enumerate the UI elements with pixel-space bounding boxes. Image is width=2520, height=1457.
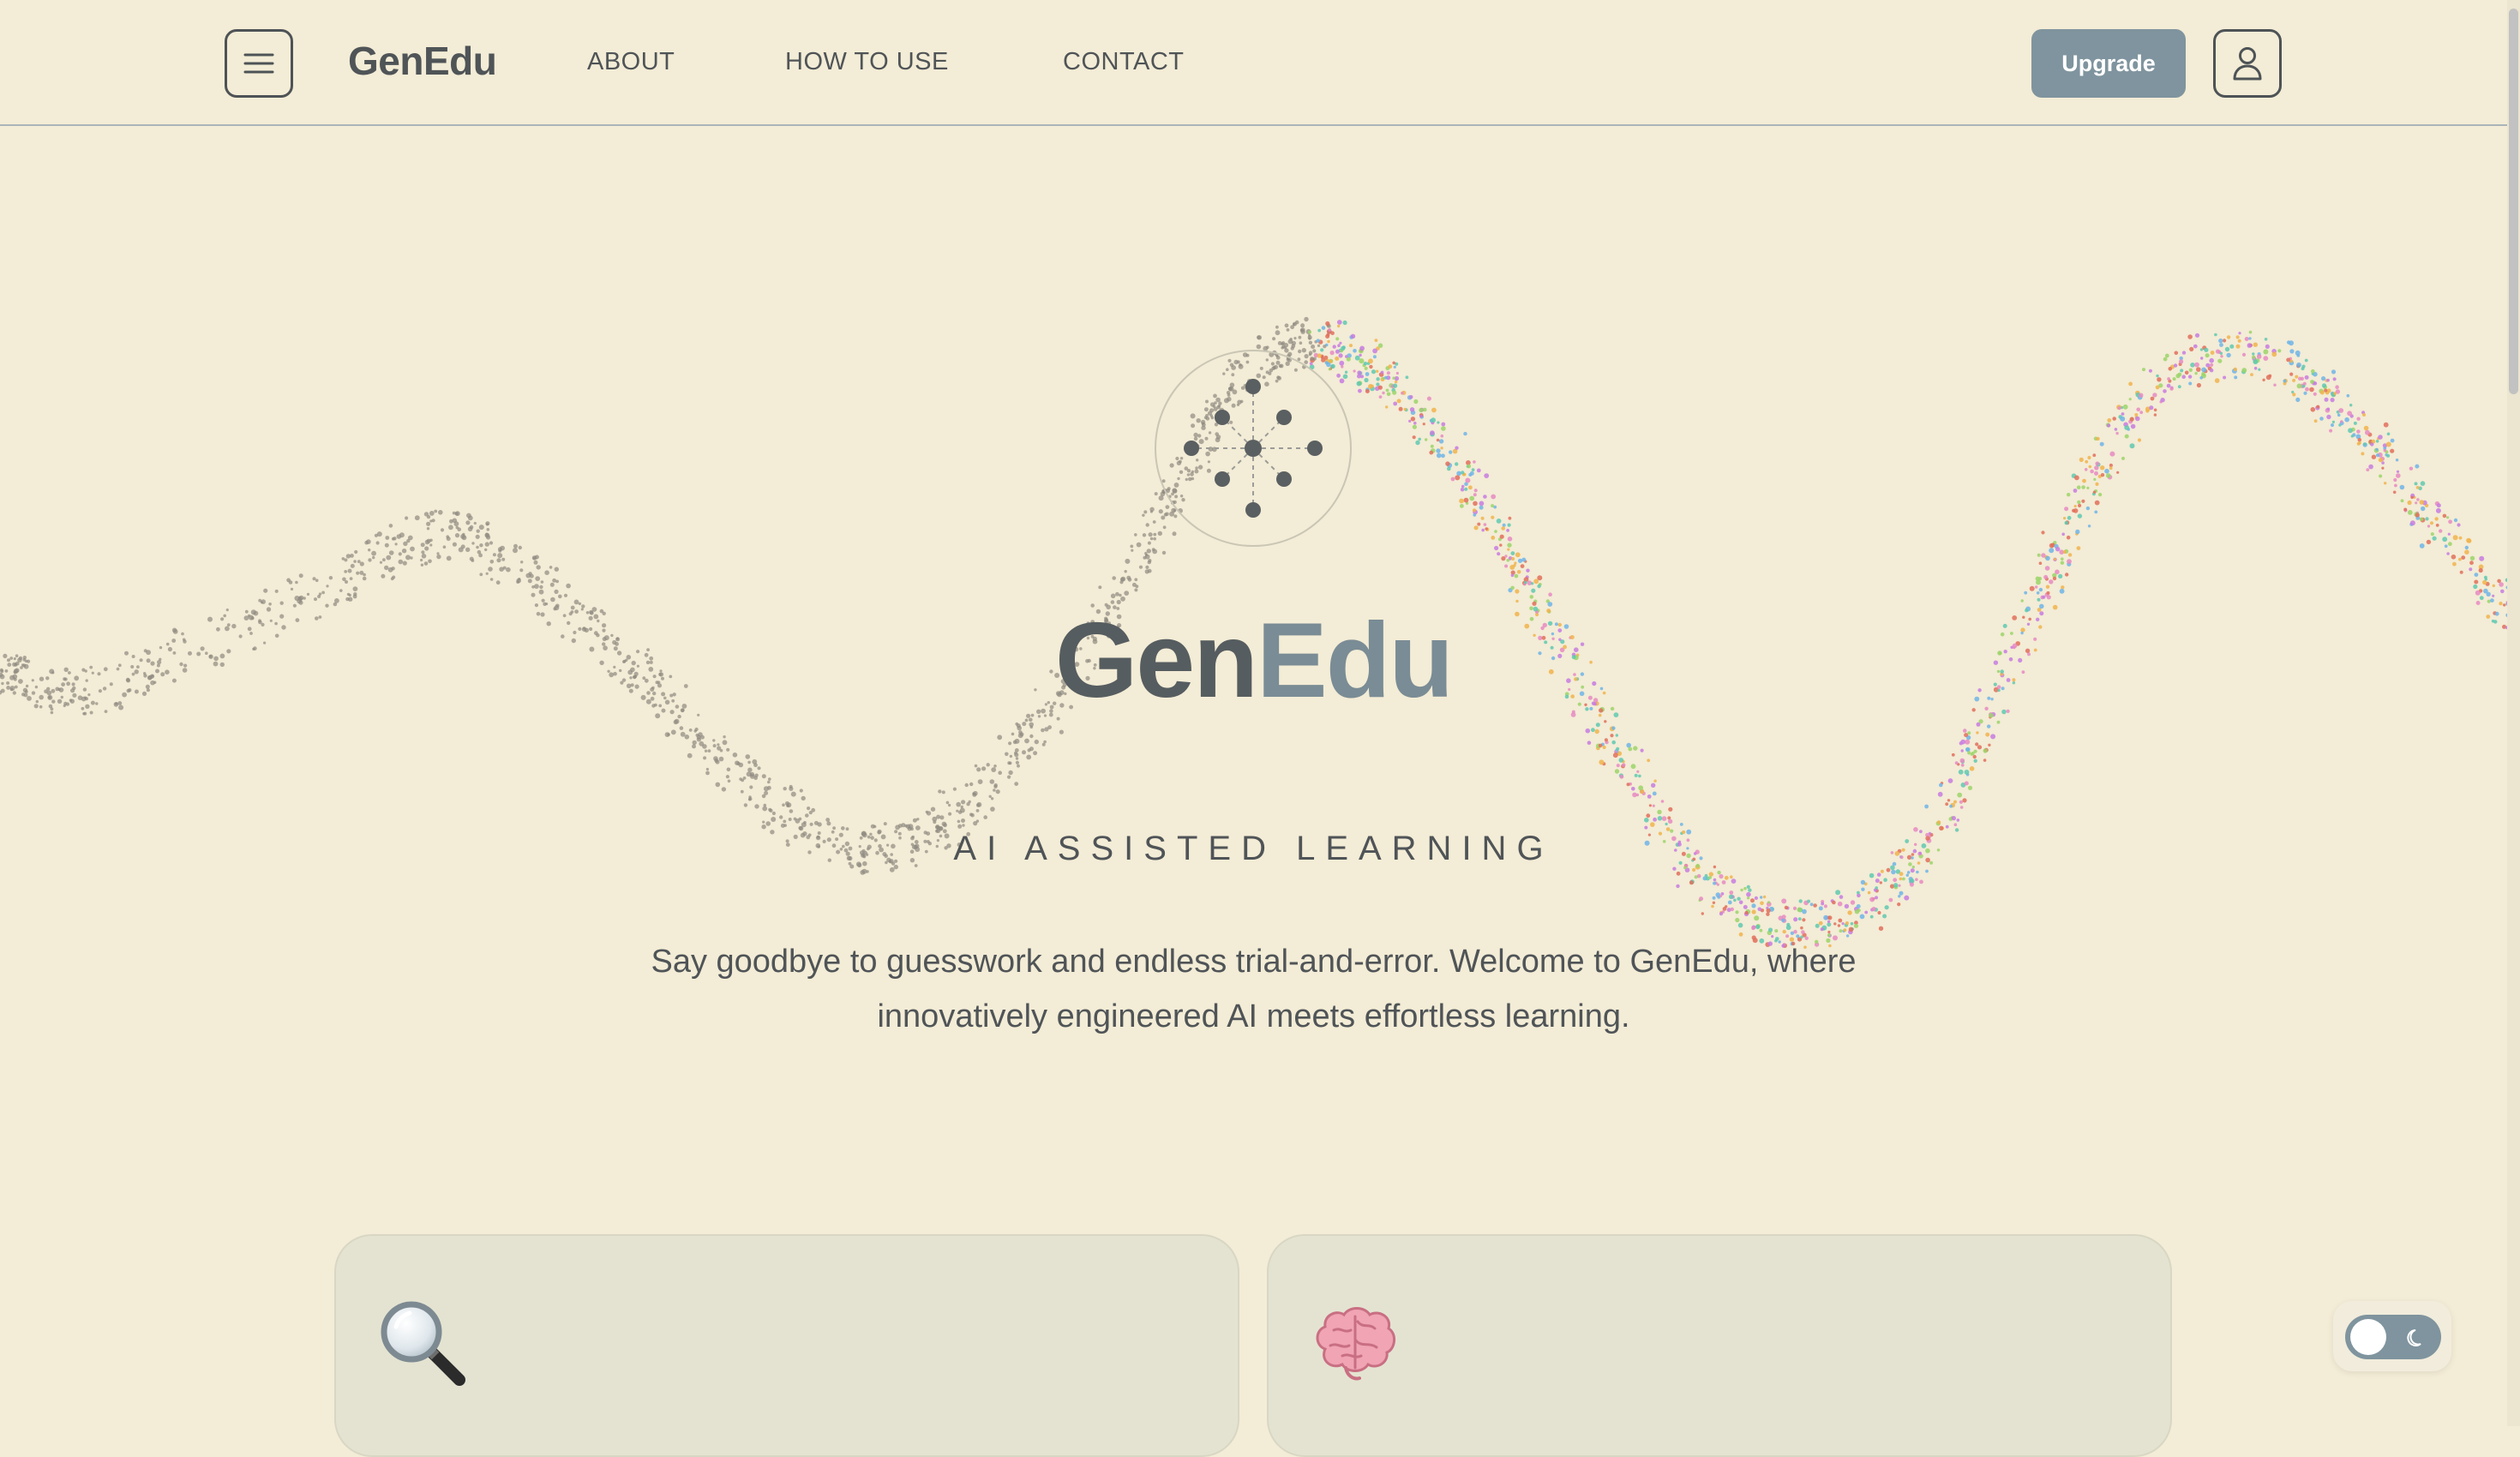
scrollbar-thumb[interactable] <box>2509 9 2518 394</box>
upgrade-button[interactable]: Upgrade <box>2031 29 2186 98</box>
moon-icon <box>2407 1329 2421 1346</box>
user-profile-button[interactable] <box>2213 29 2282 98</box>
hamburger-menu-icon <box>243 53 274 74</box>
feature-card-search[interactable] <box>334 1234 1239 1457</box>
brain-icon <box>1316 1307 1395 1381</box>
toggle-knob <box>2350 1319 2386 1355</box>
theme-toggle-switch[interactable] <box>2345 1315 2441 1359</box>
hero-description: Say goodbye to guesswork and endless tri… <box>651 944 1857 1034</box>
theme-toggle-container <box>2333 1301 2451 1371</box>
top-navigation-bar: GenEdu ABOUT HOW TO USE CONTACT Upgrade <box>0 0 2507 126</box>
hero-title: GenEdu <box>0 600 2507 722</box>
network-nodes-icon <box>1155 350 1352 547</box>
brand-logo-text[interactable]: GenEdu <box>348 38 497 84</box>
nav-link-how-to-use[interactable]: HOW TO USE <box>785 48 949 76</box>
feature-card-brain[interactable] <box>1267 1234 2172 1457</box>
page-scrollbar[interactable] <box>2507 0 2520 1426</box>
user-icon <box>2233 47 2262 81</box>
hero-title-edu: Edu <box>1256 602 1454 720</box>
magnifying-glass-icon <box>381 1301 465 1386</box>
hero-subtitle: AI ASSISTED LEARNING <box>953 830 1554 867</box>
nav-link-about[interactable]: ABOUT <box>587 48 675 76</box>
menu-button[interactable] <box>225 29 293 98</box>
hero-title-gen: Gen <box>1054 602 1258 720</box>
nav-link-contact[interactable]: CONTACT <box>1063 48 1185 76</box>
